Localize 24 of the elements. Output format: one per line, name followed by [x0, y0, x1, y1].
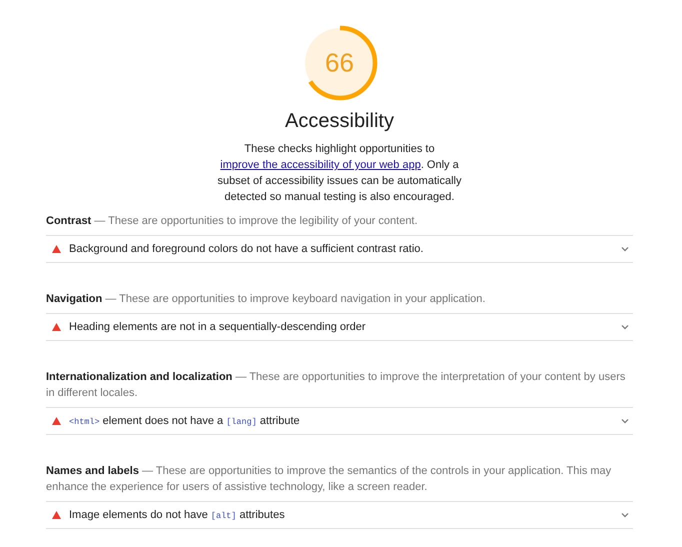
audit-row[interactable]: Background and foreground colors do not have a sufficient contrast ratio. — [46, 235, 633, 263]
group-heading: Navigation — These are opportunities to improve keyboard navigation in your application. — [46, 292, 486, 307]
audit-row[interactable]: Image elements do not have [alt] attributes — [46, 501, 633, 529]
learn-more-link[interactable]: improve the accessibility of your web app — [220, 159, 421, 171]
warning-triangle-icon — [52, 417, 61, 425]
chevron-icon — [621, 324, 629, 330]
audit-title: Heading elements are not in a sequentially-descending order — [69, 321, 367, 333]
category-title: Accessibility — [285, 110, 394, 133]
chevron-icon — [621, 418, 629, 424]
warning-triangle-icon — [52, 245, 61, 253]
chevron-icon — [621, 246, 629, 252]
audit-title: Image elements do not have [alt] attributes — [69, 509, 286, 521]
audit-title: Background and foreground colors do not have a sufficient contrast ratio. — [69, 243, 424, 255]
warning-triangle-icon — [52, 323, 61, 331]
audit-row[interactable]: Heading elements are not in a sequentially-descending order — [46, 313, 633, 341]
category-description: These checks highlight opportunities to improve the accessibility of your web app. Only a subset of accessibility issues can be automatically detected so manual testing is also encouraged. — [216, 142, 462, 205]
audit-title: <html> element does not have a [lang] attribute — [69, 415, 301, 427]
group-heading: Contrast — These are opportunities to improve the legibility of your content. — [46, 214, 419, 229]
chevron-icon — [621, 512, 629, 518]
group-heading: Names and labels — These are opportunities to improve the semantics of the controls in your application. This may enhance the experience for users of assistive technology, like a screen reader. — [46, 464, 612, 495]
warning-triangle-icon — [52, 511, 61, 519]
group-heading: Internationalization and localization — These are opportunities to improve the interpretation of your content by users in different locales. — [46, 370, 626, 401]
score-value: 66 — [325, 48, 354, 78]
audit-row[interactable]: <html> element does not have a [lang] attribute — [46, 407, 633, 435]
